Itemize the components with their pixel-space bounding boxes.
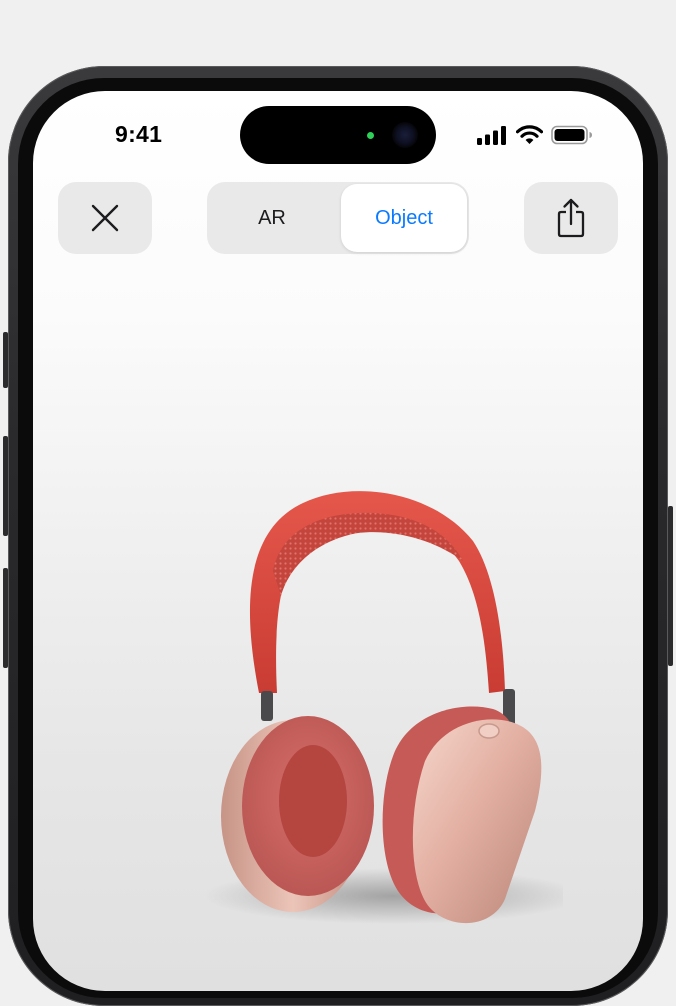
view-mode-segmented-control: AR Object <box>207 182 469 254</box>
status-time: 9:41 <box>115 121 163 147</box>
screen: 9:41 AR Object <box>33 91 643 991</box>
wifi-icon <box>516 125 543 144</box>
volume-down-button <box>3 568 8 668</box>
battery-icon <box>551 125 592 145</box>
close-button[interactable] <box>58 182 152 254</box>
action-button <box>3 332 8 388</box>
segment-ar[interactable]: AR <box>207 182 337 254</box>
share-icon <box>557 198 585 238</box>
digital-crown <box>478 723 500 739</box>
left-stem <box>261 691 273 721</box>
close-icon <box>91 204 119 232</box>
left-cushion-opening <box>279 745 347 857</box>
side-button <box>668 506 673 666</box>
cellular-signal-icon <box>477 125 506 145</box>
share-button[interactable] <box>524 182 618 254</box>
headphones-3d-model[interactable] <box>163 421 563 941</box>
camera-indicator-dot <box>367 132 374 139</box>
dynamic-island <box>240 106 436 164</box>
status-icons <box>477 124 593 146</box>
volume-up-button <box>3 436 8 536</box>
front-camera <box>392 122 418 148</box>
segment-object[interactable]: Object <box>341 184 467 252</box>
